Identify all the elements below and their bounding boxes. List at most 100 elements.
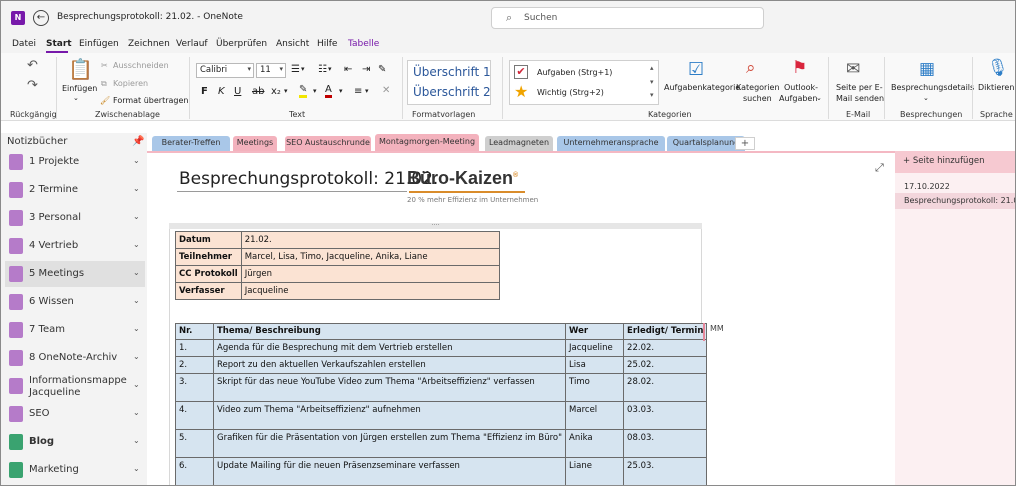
chevron-down-icon[interactable]: ⌄ xyxy=(133,436,140,445)
heading2-style[interactable]: Überschrift 2 xyxy=(413,85,491,99)
chevron-down-icon[interactable]: ⌄ xyxy=(133,324,140,333)
undo-icon[interactable]: ↶ xyxy=(27,59,38,72)
task-cell-date[interactable]: 25.03. xyxy=(623,457,708,485)
menu-verlauf[interactable]: Verlauf xyxy=(176,39,208,49)
chevron-down-icon[interactable]: ⌄ xyxy=(133,464,140,473)
notebook-item[interactable]: Marketing ⌄ xyxy=(5,457,145,483)
section-tab[interactable]: Berater-Treffen xyxy=(152,136,230,151)
task-cell-date[interactable]: 22.02. xyxy=(623,339,708,357)
chevron-down-icon[interactable]: ⌄ xyxy=(133,352,140,361)
notebook-item[interactable]: 5 Meetings ⌄ xyxy=(5,261,145,287)
task-cell-nr[interactable]: 2. xyxy=(175,356,214,374)
task-cell-who[interactable]: Marcel xyxy=(565,401,625,430)
menu-einfuegen[interactable]: Einfügen xyxy=(79,39,119,49)
align-icon[interactable]: ≡ xyxy=(354,86,362,97)
chevron-down-icon[interactable]: ⌄ xyxy=(133,212,140,221)
expand-icon[interactable]: ⤢ xyxy=(875,161,884,175)
task-cell-date[interactable]: 28.02. xyxy=(623,373,708,402)
styles-gallery[interactable]: Überschrift 1 Überschrift 2 xyxy=(407,60,491,105)
task-cell-date[interactable]: 08.03. xyxy=(623,429,708,458)
chevron-down-icon[interactable]: ▾ xyxy=(365,87,369,95)
tag-task[interactable]: Aufgaben (Strg+1) xyxy=(537,68,612,77)
info-key[interactable]: CC Protokoll xyxy=(175,265,242,283)
info-value[interactable]: Marcel, Lisa, Timo, Jacqueline, Anika, L… xyxy=(240,248,500,266)
task-cell-topic[interactable]: Grafiken für die Präsentation von Jürgen… xyxy=(212,429,567,458)
tag-important[interactable]: Wichtig (Strg+2) xyxy=(537,88,604,97)
chevron-down-icon[interactable]: ⌄ xyxy=(133,296,140,305)
add-page-button[interactable]: + Seite hinzufügen xyxy=(895,151,1015,173)
chevron-up-icon[interactable]: ▴ xyxy=(650,64,654,72)
info-key[interactable]: Datum xyxy=(175,231,242,249)
section-tab[interactable]: SEO Austauschrunde xyxy=(285,136,371,151)
format-painter-button[interactable]: Format übertragen xyxy=(113,96,189,105)
task-cell-topic[interactable]: Update Mailing für die neuen Präsenzsemi… xyxy=(212,457,567,485)
tags-gallery[interactable]: ✔ Aufgaben (Strg+1) ★ Wichtig (Strg+2) ▴… xyxy=(509,60,659,105)
more-icon[interactable]: ▾ xyxy=(650,91,654,99)
notebook-item[interactable]: 7 Team ⌄ xyxy=(5,317,145,343)
task-category-button[interactable]: Aufgabenkategorie xyxy=(664,82,740,93)
pin-icon[interactable]: 📌 xyxy=(132,136,144,147)
task-cell-nr[interactable]: 1. xyxy=(175,339,214,357)
menu-ansicht[interactable]: Ansicht xyxy=(276,39,309,49)
column-header[interactable]: Erledigt/ Termin xyxy=(623,323,708,340)
clear-format-icon[interactable]: ✎ xyxy=(378,64,386,75)
notebook-item[interactable]: Informationsmappe Jacqueline ⌄ xyxy=(5,373,145,399)
task-cell-who[interactable]: Anika xyxy=(565,429,625,458)
menu-hilfe[interactable]: Hilfe xyxy=(317,39,337,49)
task-cell-topic[interactable]: Video zum Thema "Arbeitseffizienz" aufne… xyxy=(212,401,567,430)
meeting-details-button[interactable]: Besprechungsdetails xyxy=(891,82,974,93)
paste-dropdown-icon[interactable]: ⌄ xyxy=(73,94,79,102)
task-cell-nr[interactable]: 3. xyxy=(175,373,214,402)
menu-ueberpruefen[interactable]: Überprüfen xyxy=(216,39,267,49)
font-family-select[interactable]: Calibri ▾ xyxy=(196,63,254,78)
notebook-item[interactable]: 2 Termine ⌄ xyxy=(5,177,145,203)
column-header[interactable]: Nr. xyxy=(175,323,214,340)
section-tab[interactable]: Leadmagneten xyxy=(485,136,553,151)
numbering-icon[interactable]: ☷ xyxy=(318,64,327,75)
info-value[interactable]: 21.02. xyxy=(240,231,500,249)
chevron-down-icon[interactable]: ⌄ xyxy=(133,240,140,249)
chevron-down-icon[interactable]: ⌄ xyxy=(133,268,140,277)
notebook-item[interactable]: 4 Vertrieb ⌄ xyxy=(5,233,145,259)
menu-datei[interactable]: Datei xyxy=(12,39,36,49)
section-tab[interactable]: Meetings xyxy=(233,136,277,151)
menu-zeichnen[interactable]: Zeichnen xyxy=(128,39,170,49)
chevron-down-icon[interactable]: ▾ xyxy=(313,87,317,95)
info-key[interactable]: Verfasser xyxy=(175,282,242,300)
task-cell-topic[interactable]: Skript für das neue YouTube Video zum Th… xyxy=(212,373,567,402)
column-header[interactable]: Thema/ Beschreibung xyxy=(212,323,567,340)
bullets-icon[interactable]: ☰ xyxy=(291,64,300,75)
subscript-icon[interactable]: x₂ xyxy=(271,86,281,97)
outlook-tasks-button[interactable]: Outlook- xyxy=(784,82,818,93)
strikethrough-icon[interactable]: ab xyxy=(252,86,264,97)
copy-button[interactable]: Kopieren xyxy=(113,79,148,88)
section-tab[interactable]: Quartalsplanung xyxy=(667,136,745,151)
delete-icon[interactable]: ✕ xyxy=(382,85,390,96)
paste-button[interactable]: Einfügen xyxy=(62,84,97,93)
section-tab[interactable]: Montagmorgen-Meeting xyxy=(375,134,479,151)
column-header[interactable]: Wer xyxy=(565,323,625,340)
task-cell-date[interactable]: 03.03. xyxy=(623,401,708,430)
task-cell-nr[interactable]: 5. xyxy=(175,429,214,458)
menu-start[interactable]: Start xyxy=(46,39,72,49)
underline-icon[interactable]: U xyxy=(234,86,241,97)
search-input[interactable]: ⌕ Suchen xyxy=(491,7,764,29)
chevron-down-icon[interactable]: ⌄ xyxy=(816,93,822,104)
font-color-icon[interactable]: A xyxy=(325,85,332,98)
chevron-down-icon[interactable]: ▾ xyxy=(650,78,654,86)
highlight-icon[interactable]: ✎ xyxy=(299,85,308,98)
info-key[interactable]: Teilnehmer xyxy=(175,248,242,266)
info-value[interactable]: Jürgen xyxy=(240,265,500,283)
notebook-item[interactable]: SEO ⌄ xyxy=(5,401,145,427)
chevron-down-icon[interactable]: ▾ xyxy=(284,87,288,95)
bold-icon[interactable]: F xyxy=(201,86,208,97)
cut-button[interactable]: Ausschneiden xyxy=(113,61,169,70)
add-section-button[interactable]: + xyxy=(735,137,755,150)
page-title[interactable]: Besprechungsprotokoll: 21.02. xyxy=(179,169,438,189)
task-cell-topic[interactable]: Agenda für die Besprechung mit dem Vertr… xyxy=(212,339,567,357)
notebook-item[interactable]: Blog ⌄ xyxy=(5,429,145,455)
chevron-down-icon[interactable]: ▾ xyxy=(301,65,305,73)
font-size-select[interactable]: 11 ▾ xyxy=(256,63,286,78)
heading1-style[interactable]: Überschrift 1 xyxy=(413,65,491,79)
task-cell-who[interactable]: Liane xyxy=(565,457,625,485)
